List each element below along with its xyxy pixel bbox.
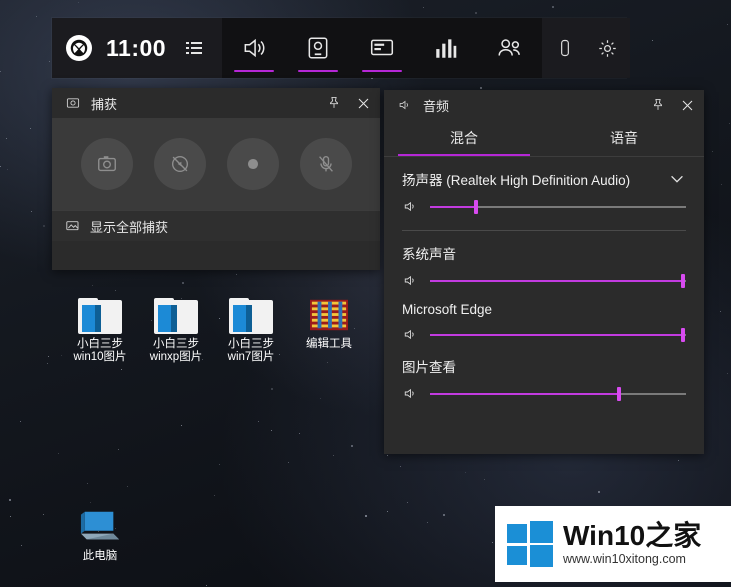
desktop-icon-folder-win7[interactable]: 小白三步 win7图片 bbox=[208, 288, 294, 364]
audio-app-system-label: 系统声音 bbox=[402, 247, 456, 262]
audio-app-photos-label: 图片查看 bbox=[402, 360, 456, 375]
speaker-icon bbox=[402, 273, 418, 288]
audio-device-volume-row[interactable] bbox=[402, 199, 686, 214]
folder-icon bbox=[133, 288, 219, 334]
folder-icon bbox=[57, 288, 143, 334]
active-underline bbox=[298, 70, 339, 72]
audio-app-edge: Microsoft Edge bbox=[402, 302, 686, 342]
slider-thumb[interactable] bbox=[681, 327, 686, 342]
pin-icon[interactable] bbox=[323, 92, 345, 114]
audio-app-photos: 图片查看 bbox=[402, 356, 686, 401]
desktop-icon-folder-win10[interactable]: 小白三步 win10图片 bbox=[57, 288, 143, 364]
audio-widget[interactable]: 音频 混合 语音 扬声器 (Realtek High Definition Au… bbox=[384, 90, 704, 454]
start-recording-button[interactable] bbox=[226, 138, 279, 190]
computer-icon bbox=[57, 500, 143, 546]
mic-toggle-button[interactable] bbox=[299, 138, 352, 190]
game-bar-item-capture[interactable] bbox=[286, 18, 350, 78]
active-underline bbox=[234, 70, 275, 72]
close-icon[interactable] bbox=[676, 94, 698, 116]
audio-divider bbox=[402, 230, 686, 231]
slider-thumb[interactable] bbox=[474, 199, 479, 214]
game-bar-left-group: 11:00 bbox=[52, 18, 223, 78]
capture-widget-header: 捕获 bbox=[52, 88, 380, 118]
capture-buttons-row bbox=[52, 118, 380, 210]
folder-icon bbox=[208, 288, 294, 334]
menu-list-icon[interactable] bbox=[180, 38, 208, 58]
audio-device-label: 扬声器 (Realtek High Definition Audio) bbox=[402, 173, 631, 188]
show-all-captures-row[interactable]: 显示全部捕获 bbox=[52, 210, 380, 241]
tab-mix[interactable]: 混合 bbox=[384, 120, 544, 156]
speaker-icon bbox=[402, 327, 418, 342]
game-bar-widget-icons bbox=[222, 18, 543, 78]
audio-app-system: 系统声音 bbox=[402, 243, 686, 288]
screenshot-button[interactable] bbox=[80, 138, 133, 190]
slider-fill bbox=[430, 205, 477, 208]
tab-voice[interactable]: 语音 bbox=[544, 120, 704, 156]
xbox-logo-icon[interactable] bbox=[66, 35, 92, 61]
tab-voice-label: 语音 bbox=[610, 130, 638, 146]
desktop-icon-label: 小白三步 win10图片 bbox=[73, 338, 127, 363]
pin-icon[interactable] bbox=[647, 94, 669, 116]
game-bar-item-audio[interactable] bbox=[222, 18, 286, 78]
feedback-icon[interactable] bbox=[554, 37, 576, 59]
speaker-icon bbox=[402, 199, 418, 214]
audio-app-edge-label: Microsoft Edge bbox=[402, 302, 493, 317]
audio-device-row[interactable]: 扬声器 (Realtek High Definition Audio) bbox=[402, 169, 686, 189]
show-all-captures-label: 显示全部捕获 bbox=[90, 219, 169, 235]
watermark-text: Win10之家 www.win10xitong.com bbox=[563, 521, 701, 567]
desktop-icon-label: 此电脑 bbox=[82, 550, 118, 562]
watermark-title: Win10之家 bbox=[563, 520, 702, 551]
capture-widget-title: 捕获 bbox=[91, 96, 118, 112]
game-bar-item-performance[interactable] bbox=[414, 18, 478, 78]
gallery-icon bbox=[66, 220, 82, 233]
audio-widget-header: 音频 bbox=[384, 90, 704, 120]
slider-fill bbox=[430, 279, 684, 282]
audio-app-photos-volume-row[interactable] bbox=[402, 386, 686, 401]
tab-mix-label: 混合 bbox=[450, 130, 478, 146]
slider-thumb[interactable] bbox=[617, 386, 622, 401]
audio-tabs[interactable]: 混合 语音 bbox=[384, 120, 704, 157]
game-bar-right-group bbox=[542, 18, 631, 78]
watermark: Win10之家 www.win10xitong.com bbox=[495, 506, 731, 582]
active-underline bbox=[362, 70, 403, 72]
audio-widget-title: 音频 bbox=[423, 98, 450, 114]
desktop-icon-this-pc[interactable]: 此电脑 bbox=[57, 500, 143, 563]
desktop-icon-label: 小白三步 win7图片 bbox=[227, 338, 275, 363]
record-last-30s-button[interactable] bbox=[153, 138, 206, 190]
close-icon[interactable] bbox=[352, 92, 374, 114]
audio-app-edge-volume-slider[interactable] bbox=[430, 327, 686, 342]
archive-icon bbox=[286, 288, 372, 334]
windows-logo-icon bbox=[507, 521, 553, 567]
gear-icon[interactable] bbox=[596, 37, 618, 59]
capture-widget[interactable]: 捕获 显示全部捕获 bbox=[52, 88, 380, 270]
game-bar-item-broadcast[interactable] bbox=[350, 18, 414, 78]
audio-app-edge-volume-row[interactable] bbox=[402, 327, 686, 342]
audio-app-system-volume-slider[interactable] bbox=[430, 273, 686, 288]
audio-device-volume-slider[interactable] bbox=[430, 199, 686, 214]
speaker-icon bbox=[394, 94, 416, 116]
slider-fill bbox=[430, 333, 684, 336]
desktop-icon-label: 小白三步 winxp图片 bbox=[149, 338, 203, 363]
desktop-icon-label: 编辑工具 bbox=[306, 338, 352, 350]
speaker-icon bbox=[402, 386, 418, 401]
game-bar-toolbar[interactable]: 11:00 bbox=[52, 18, 631, 78]
watermark-url: www.win10xitong.com bbox=[563, 552, 686, 566]
game-bar-clock: 11:00 bbox=[106, 34, 167, 61]
game-bar-item-xbox-social[interactable] bbox=[478, 18, 542, 78]
audio-app-system-volume-row[interactable] bbox=[402, 273, 686, 288]
capture-icon bbox=[62, 92, 84, 114]
chevron-down-icon[interactable] bbox=[668, 170, 686, 188]
audio-app-photos-volume-slider[interactable] bbox=[430, 386, 686, 401]
slider-fill bbox=[430, 392, 620, 395]
slider-thumb[interactable] bbox=[681, 273, 686, 288]
desktop-icon-editor-tools[interactable]: 编辑工具 bbox=[286, 288, 372, 351]
desktop-icon-folder-winxp[interactable]: 小白三步 winxp图片 bbox=[133, 288, 219, 364]
audio-mix-body: 扬声器 (Realtek High Definition Audio) 系统声音… bbox=[384, 157, 704, 401]
